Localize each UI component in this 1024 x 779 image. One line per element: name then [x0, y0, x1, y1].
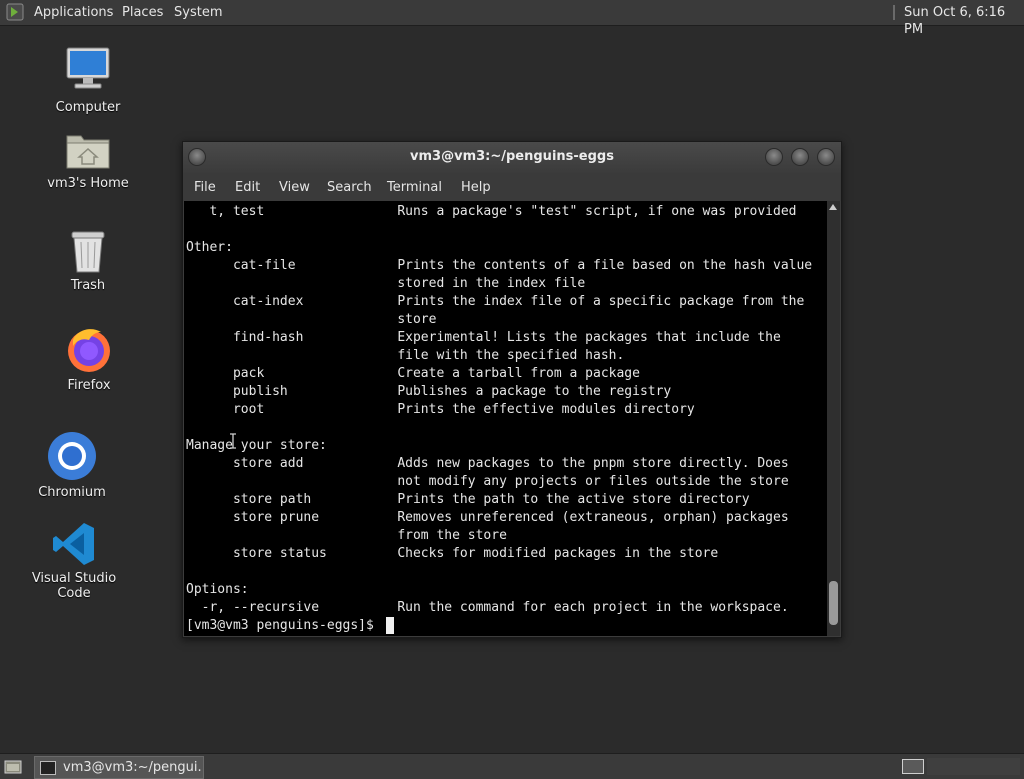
- terminal-line: store path Prints the path to the active…: [186, 492, 750, 507]
- terminal-line: t, test Runs a package's "test" script, …: [186, 204, 797, 219]
- desktop-icon-trash[interactable]: Trash: [33, 228, 143, 293]
- terminal-icon: [40, 761, 56, 775]
- vscode-icon: [53, 523, 94, 565]
- terminal-line: from the store: [186, 528, 507, 543]
- top-panel: Applications Places System Sun Oct 6, 6:…: [0, 0, 1024, 37]
- menu-places[interactable]: Places: [122, 4, 163, 21]
- terminal-line: find-hash Experimental! Lists the packag…: [186, 330, 781, 345]
- terminal-line: pack Create a tarball from a package: [186, 366, 640, 381]
- desktop-icon-label: Computer: [55, 100, 121, 115]
- chromium-icon: [48, 432, 96, 480]
- desktop-icon-label: Trash: [70, 278, 106, 293]
- desktop-icon-computer[interactable]: Computer: [33, 46, 143, 115]
- desktop-icon-home[interactable]: vm3's Home: [33, 128, 143, 191]
- menu-edit[interactable]: Edit: [235, 179, 260, 196]
- minimize-button[interactable]: [765, 148, 783, 166]
- scrollbar-thumb[interactable]: [829, 581, 838, 625]
- terminal-line: store: [186, 312, 437, 327]
- panel-separator: [893, 5, 895, 20]
- taskbar-window-button[interactable]: vm3@vm3:~/pengui...: [34, 756, 204, 779]
- desktop-icon-label: Visual Studio Code: [31, 571, 117, 601]
- terminal-line: -r, --recursive Run the command for each…: [186, 600, 789, 615]
- terminal-line: Options:: [186, 582, 249, 597]
- firefox-icon: [68, 329, 110, 372]
- terminal-line: cat-file Prints the contents of a file b…: [186, 258, 813, 273]
- home-folder-icon: [66, 135, 110, 169]
- menu-applications[interactable]: Applications: [34, 4, 113, 21]
- applications-menu-icon[interactable]: [6, 3, 24, 21]
- clock[interactable]: Sun Oct 6, 6:16 PM: [904, 4, 1024, 38]
- menu-file[interactable]: File: [194, 179, 216, 196]
- trash-icon: [71, 231, 105, 273]
- close-button[interactable]: [817, 148, 835, 166]
- desktop-icon-label: Firefox: [67, 378, 111, 393]
- workspace-switcher-active[interactable]: [902, 759, 924, 774]
- workspace-switcher[interactable]: [927, 758, 1020, 775]
- computer-icon: [66, 47, 110, 89]
- window-titlebar[interactable]: vm3@vm3:~/penguins-eggs: [183, 142, 841, 173]
- desktop-icon-label: Chromium: [38, 485, 106, 500]
- bottom-panel: vm3@vm3:~/pengui...: [0, 753, 1024, 779]
- text-cursor: [386, 617, 394, 634]
- menu-view[interactable]: View: [279, 179, 310, 196]
- terminal-line: Other:: [186, 240, 233, 255]
- desktop-icon-vscode[interactable]: Visual Studio Code: [19, 521, 129, 601]
- terminal-line: publish Publishes a package to the regis…: [186, 384, 672, 399]
- terminal-line: store prune Removes unreferenced (extran…: [186, 510, 789, 525]
- terminal-line: file with the specified hash.: [186, 348, 625, 363]
- terminal-line: stored in the index file: [186, 276, 586, 291]
- menu-system[interactable]: System: [174, 4, 222, 21]
- scroll-up-arrow-icon[interactable]: [829, 204, 837, 210]
- terminal-line: store status Checks for modified package…: [186, 546, 719, 561]
- taskbar-window-label: vm3@vm3:~/pengui...: [63, 760, 204, 775]
- terminal-line: not modify any projects or files outside…: [186, 474, 789, 489]
- terminal-scrollbar[interactable]: [827, 201, 840, 636]
- terminal-window[interactable]: vm3@vm3:~/penguins-eggs File Edit View S…: [182, 141, 842, 638]
- ibeam-pointer-icon: [230, 433, 236, 449]
- terminal-line: root Prints the effective modules direct…: [186, 402, 695, 417]
- menu-terminal[interactable]: Terminal: [387, 179, 442, 196]
- terminal-line: store add Adds new packages to the pnpm …: [186, 456, 789, 471]
- terminal-output[interactable]: t, test Runs a package's "test" script, …: [184, 201, 827, 636]
- desktop-icon-label: vm3's Home: [47, 176, 129, 191]
- menu-help[interactable]: Help: [461, 179, 491, 196]
- window-title: vm3@vm3:~/penguins-eggs: [410, 149, 614, 164]
- desktop-icon-firefox[interactable]: Firefox: [34, 326, 144, 393]
- terminal-line: cat-index Prints the index file of a spe…: [186, 294, 805, 309]
- terminal-line: Manage your store:: [186, 438, 327, 453]
- menu-search[interactable]: Search: [327, 179, 372, 196]
- terminal-prompt: [vm3@vm3 penguins-eggs]$: [186, 618, 382, 633]
- maximize-button[interactable]: [791, 148, 809, 166]
- terminal-menubar: File Edit View Search Terminal Help: [183, 173, 841, 201]
- show-desktop-icon[interactable]: [4, 759, 22, 774]
- desktop-icon-chromium[interactable]: Chromium: [17, 431, 127, 500]
